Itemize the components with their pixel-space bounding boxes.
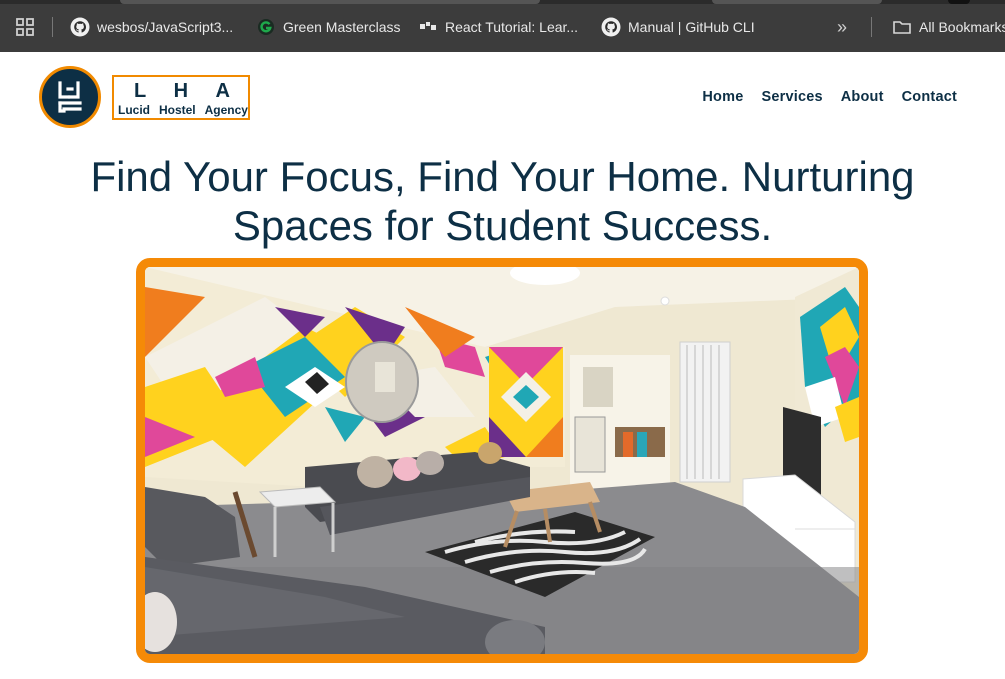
logo-emblem[interactable]: [39, 66, 101, 128]
nav-contact-link[interactable]: Contact: [902, 89, 957, 105]
logo-wordmark[interactable]: L H A Lucid Hostel Agency: [112, 75, 250, 120]
github-icon: [70, 17, 90, 37]
bookmarks-overflow-chevron-icon[interactable]: »: [837, 14, 847, 40]
tab-strip-pill: [120, 0, 540, 4]
bookmark-wesbos[interactable]: wesbos/JavaScript3...: [70, 14, 233, 40]
nav-services-link[interactable]: Services: [761, 89, 822, 105]
nav-about-link[interactable]: About: [841, 89, 884, 105]
all-bookmarks-label: All Bookmarks: [919, 19, 1005, 35]
react-icon: [420, 22, 436, 30]
all-bookmarks-button[interactable]: All Bookmarks: [892, 14, 1005, 40]
bookmark-github-cli[interactable]: Manual | GitHub CLI: [601, 14, 755, 40]
bookmarks-separator: [52, 17, 53, 37]
bookmark-label: wesbos/JavaScript3...: [97, 19, 234, 35]
bookmarks-bar: wesbos/JavaScript3... Green Masterclass …: [0, 0, 1005, 52]
main-nav: Home Services About Contact: [702, 89, 957, 105]
bookmark-label: React Tutorial: Lear...: [445, 19, 579, 35]
apps-grid-icon[interactable]: [14, 14, 36, 40]
bookmarks-separator: [871, 17, 872, 37]
bookmark-react-tutorial[interactable]: React Tutorial: Lear...: [418, 14, 578, 40]
living-room-illustration: [145, 267, 859, 654]
logo-letters: L H A: [134, 80, 230, 102]
logo-words: Lucid Hostel Agency: [118, 103, 248, 117]
profile-avatar-edge: [948, 0, 970, 4]
hero-photo: [136, 258, 868, 663]
hero-headline: Find Your Focus, Find Your Home. Nurturi…: [90, 153, 915, 249]
bookmark-green-masterclass[interactable]: Green Masterclass: [256, 14, 400, 40]
tab-strip-pill: [712, 0, 882, 4]
github-icon: [601, 17, 621, 37]
green-g-icon: [258, 19, 274, 35]
nav-home-link[interactable]: Home: [702, 89, 743, 105]
bookmark-label: Green Masterclass: [283, 19, 401, 35]
lha-monogram-icon: [58, 81, 82, 113]
bookmark-label: Manual | GitHub CLI: [628, 19, 755, 35]
folder-icon: [893, 21, 911, 34]
